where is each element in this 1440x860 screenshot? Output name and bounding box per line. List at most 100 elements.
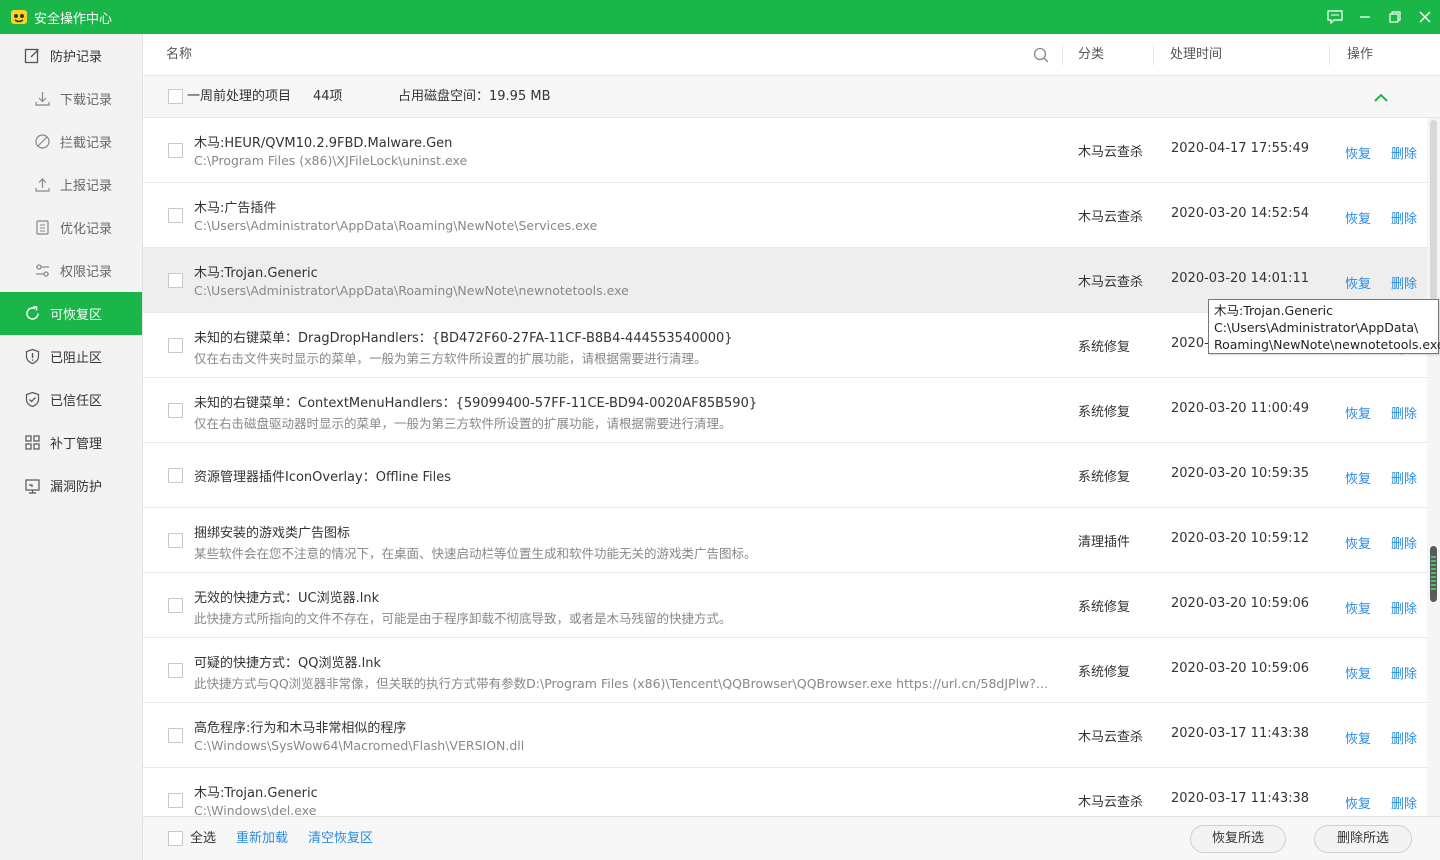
- delete-link[interactable]: 删除: [1391, 598, 1417, 617]
- sidebar-item[interactable]: 已信任区: [0, 378, 142, 421]
- document-icon: [34, 219, 51, 236]
- item-description: 此快捷方式与QQ浏览器非常像，但关联的执行方式带有参数D:\Program Fi…: [194, 676, 1049, 691]
- row-checkbox[interactable]: [168, 208, 183, 223]
- delete-link[interactable]: 删除: [1391, 728, 1417, 747]
- row-checkbox[interactable]: [168, 533, 183, 548]
- column-header-category[interactable]: 分类: [1078, 34, 1104, 76]
- table-row[interactable]: 高危程序:行为和木马非常相似的程序 C:\Windows\SysWow64\Mac…: [143, 703, 1427, 768]
- sidebar-item[interactable]: 上报记录: [0, 163, 142, 206]
- table-row[interactable]: 木马:Trojan.Generic C:\Windows\del.exe 木马云查杀…: [143, 768, 1427, 816]
- sidebar-item-label: 已信任区: [50, 394, 103, 409]
- select-all-checkbox[interactable]: [168, 831, 183, 846]
- feedback-button[interactable]: [1320, 0, 1350, 34]
- table-row[interactable]: 捆绑安装的游戏类广告图标 某些软件会在您不注意的情况下，在桌面、快速启动栏等位置生…: [143, 508, 1427, 573]
- restore-link[interactable]: 恢复: [1345, 143, 1371, 162]
- group-title: 一周前处理的项目: [187, 89, 292, 104]
- sidebar-item[interactable]: 漏洞防护: [0, 464, 142, 507]
- sidebar-item[interactable]: 可恢复区: [0, 292, 142, 335]
- item-category: 木马云查杀: [1078, 275, 1144, 290]
- item-category: 系统修复: [1078, 405, 1131, 420]
- sidebar-item-label: 权限记录: [60, 265, 113, 280]
- table-row[interactable]: 木马:广告插件 C:\Users\Administrator\AppData\Ro…: [143, 183, 1427, 248]
- delete-link[interactable]: 删除: [1391, 663, 1417, 682]
- reload-link[interactable]: 重新加载: [236, 817, 288, 860]
- upload-icon: [34, 176, 51, 193]
- sidebar-item[interactable]: 拦截记录: [0, 120, 142, 163]
- download-icon: [34, 90, 51, 107]
- restore-link[interactable]: 恢复: [1345, 533, 1371, 552]
- row-checkbox[interactable]: [168, 728, 183, 743]
- permission-sliders-icon: [34, 262, 51, 279]
- item-description: C:\Users\Administrator\AppData\Roaming\N…: [194, 218, 598, 233]
- delete-link[interactable]: 删除: [1391, 533, 1417, 552]
- restore-link[interactable]: 恢复: [1345, 208, 1371, 227]
- sidebar-item[interactable]: 补丁管理: [0, 421, 142, 464]
- restore-link[interactable]: 恢复: [1345, 728, 1371, 747]
- item-name: 木马:HEUR/QVM10.2.9FBD.Malware.Gen: [194, 136, 453, 151]
- sidebar-item[interactable]: 下载记录: [0, 77, 142, 120]
- item-description: C:\Windows\SysWow64\Macromed\Flash\VERSI…: [194, 738, 525, 753]
- sidebar-item[interactable]: 权限记录: [0, 249, 142, 292]
- restore-link[interactable]: 恢复: [1345, 598, 1371, 617]
- table-row[interactable]: 未知的右键菜单：ContextMenuHandlers：{59099400-57…: [143, 378, 1427, 443]
- header-divider: [1062, 45, 1063, 65]
- close-icon: [1419, 11, 1431, 23]
- item-name: 木马:Trojan.Generic: [194, 266, 318, 281]
- row-checkbox[interactable]: [168, 273, 183, 288]
- table-row[interactable]: 木马:HEUR/QVM10.2.9FBD.Malware.Gen C:\Progr…: [143, 118, 1427, 183]
- tooltip-line: C:\Users\Administrator\AppData\: [1214, 320, 1419, 335]
- restore-icon: [24, 305, 41, 322]
- sidebar-item[interactable]: 优化记录: [0, 206, 142, 249]
- row-checkbox[interactable]: [168, 338, 183, 353]
- item-name: 可疑的快捷方式：QQ浏览器.lnk: [194, 656, 381, 671]
- sidebar-item-label: 拦截记录: [60, 136, 113, 151]
- item-name: 无效的快捷方式：UC浏览器.lnk: [194, 591, 380, 606]
- chevron-up-icon[interactable]: [1373, 91, 1389, 103]
- restore-link[interactable]: 恢复: [1345, 403, 1371, 422]
- group-count: 44项: [313, 89, 343, 104]
- restore-link[interactable]: 恢复: [1345, 273, 1371, 292]
- item-category: 木马云查杀: [1078, 730, 1144, 745]
- row-checkbox[interactable]: [168, 793, 183, 808]
- search-icon[interactable]: [1033, 47, 1049, 63]
- item-category: 木马云查杀: [1078, 210, 1144, 225]
- row-checkbox[interactable]: [168, 663, 183, 678]
- delete-selected-button[interactable]: 删除所选: [1314, 825, 1412, 853]
- item-description: 仅在右击磁盘驱动器时显示的菜单，一般为第三方软件所设置的扩展功能，请根据需要进行…: [194, 416, 732, 431]
- delete-link[interactable]: 删除: [1391, 273, 1417, 292]
- item-category: 系统修复: [1078, 340, 1131, 355]
- restore-link[interactable]: 恢复: [1345, 793, 1371, 812]
- group-checkbox[interactable]: [168, 89, 183, 104]
- delete-link[interactable]: 删除: [1391, 208, 1417, 227]
- item-category: 系统修复: [1078, 600, 1131, 615]
- table-row[interactable]: 无效的快捷方式：UC浏览器.lnk 此快捷方式所指向的文件不存在，可能是由于程序卸…: [143, 573, 1427, 638]
- scrollbar[interactable]: [1427, 118, 1440, 816]
- row-checkbox[interactable]: [168, 403, 183, 418]
- delete-link[interactable]: 删除: [1391, 468, 1417, 487]
- table-header: 名称 分类 处理时间 操作: [143, 34, 1440, 76]
- delete-link[interactable]: 删除: [1391, 403, 1417, 422]
- table-row[interactable]: 可疑的快捷方式：QQ浏览器.lnk 此快捷方式与QQ浏览器非常像，但关联的执行方式…: [143, 638, 1427, 703]
- restore-window-button[interactable]: [1380, 0, 1410, 34]
- edit-record-icon: [24, 47, 41, 64]
- sidebar-item[interactable]: 防护记录: [0, 34, 142, 77]
- restore-link[interactable]: 恢复: [1345, 663, 1371, 682]
- select-all-label[interactable]: 全选: [190, 817, 216, 860]
- column-header-name[interactable]: 名称: [166, 34, 192, 76]
- sidebar-item[interactable]: 已阻止区: [0, 335, 142, 378]
- sidebar-item-label: 已阻止区: [50, 351, 103, 366]
- clear-restore-area-link[interactable]: 清空恢复区: [308, 817, 373, 860]
- row-checkbox[interactable]: [168, 468, 183, 483]
- row-checkbox[interactable]: [168, 598, 183, 613]
- delete-link[interactable]: 删除: [1391, 143, 1417, 162]
- restore-link[interactable]: 恢复: [1345, 468, 1371, 487]
- minimize-button[interactable]: [1350, 0, 1380, 34]
- restore-selected-button[interactable]: 恢复所选: [1190, 825, 1286, 853]
- column-header-time[interactable]: 处理时间: [1170, 34, 1222, 76]
- row-checkbox[interactable]: [168, 143, 183, 158]
- delete-link[interactable]: 删除: [1391, 793, 1417, 812]
- item-time: 2020-03-20 10:59:06: [1171, 661, 1310, 676]
- close-button[interactable]: [1410, 0, 1440, 34]
- group-header[interactable]: 一周前处理的项目 44项 占用磁盘空间：19.95 MB: [143, 76, 1440, 118]
- table-row[interactable]: 资源管理器插件IconOverlay：Offline Files 系统修复 2020…: [143, 443, 1427, 508]
